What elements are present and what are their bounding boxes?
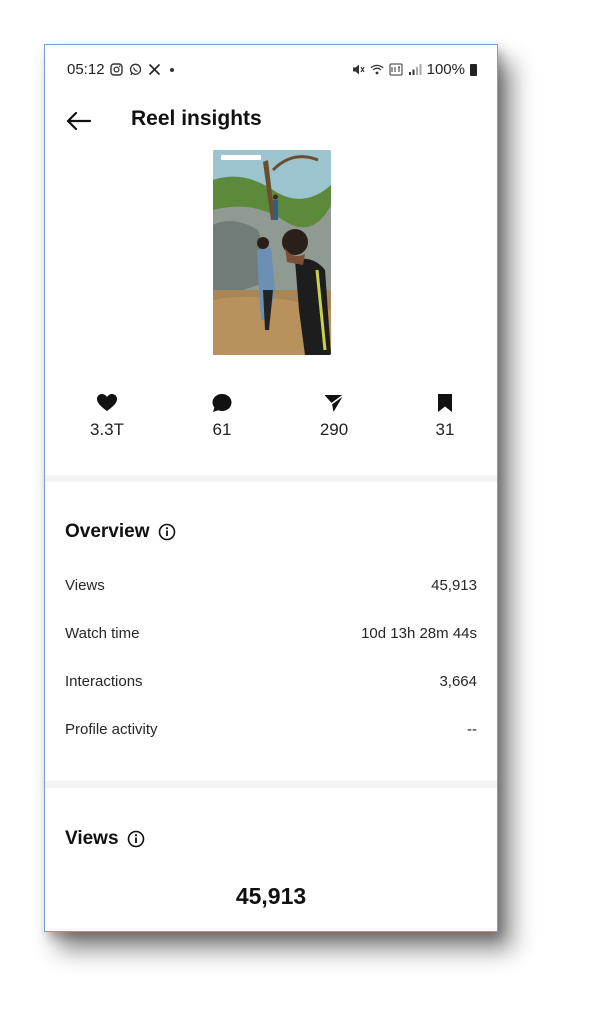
views-heading: Views — [65, 828, 145, 850]
overview-row-views: Views 45,913 — [65, 577, 477, 599]
stat-shares: 290 — [294, 393, 374, 440]
bookmark-icon — [438, 394, 452, 412]
mute-icon — [351, 63, 365, 77]
stat-comments: 61 — [182, 393, 262, 440]
comment-icon — [212, 394, 232, 412]
page-title: Reel insights — [131, 107, 262, 130]
status-bar-right: 100% — [351, 61, 477, 78]
reel-thumbnail[interactable] — [213, 150, 331, 355]
signal-icon — [408, 63, 422, 77]
status-time: 05:12 — [67, 61, 105, 78]
back-arrow-icon[interactable] — [63, 106, 93, 136]
row-value: -- — [467, 721, 477, 738]
whatsapp-icon — [129, 63, 143, 77]
engagement-stats: 3.3T 61 290 31 — [45, 393, 497, 453]
share-icon — [324, 394, 344, 412]
views-title: Views — [65, 828, 119, 849]
overview-row-interactions: Interactions 3,664 — [65, 673, 477, 695]
stat-saves: 31 — [405, 393, 485, 440]
shares-count: 290 — [319, 420, 349, 439]
comments-count: 61 — [212, 420, 232, 439]
status-bar-left: 05:12 — [67, 61, 174, 78]
info-icon[interactable] — [127, 830, 145, 848]
battery-percent: 100% — [426, 61, 465, 78]
row-label: Profile activity — [65, 721, 158, 738]
phone-screen: 05:12 100% Reel insights 3.3T 61 290 31 … — [44, 44, 498, 932]
row-label: Interactions — [65, 673, 143, 690]
header: Reel insights — [45, 97, 497, 145]
row-label: Views — [65, 577, 105, 594]
stat-likes: 3.3T — [67, 393, 147, 440]
x-icon — [148, 63, 162, 77]
row-label: Watch time — [65, 625, 140, 642]
status-bar: 05:12 100% — [45, 45, 497, 97]
row-value: 3,664 — [439, 673, 477, 690]
row-value: 45,913 — [431, 577, 477, 594]
overview-heading: Overview — [65, 521, 176, 543]
heart-icon — [97, 394, 117, 411]
likes-count: 3.3T — [89, 420, 125, 439]
info-icon[interactable] — [158, 523, 176, 541]
section-divider — [45, 475, 497, 482]
saves-count: 31 — [435, 420, 455, 439]
volte-icon — [389, 63, 403, 77]
row-value: 10d 13h 28m 44s — [361, 625, 477, 642]
section-divider — [45, 781, 497, 788]
overview-row-watch-time: Watch time 10d 13h 28m 44s — [65, 625, 477, 647]
views-total: 45,913 — [235, 883, 307, 909]
overview-title: Overview — [65, 521, 150, 542]
instagram-icon — [110, 63, 124, 77]
wifi-icon — [370, 63, 384, 77]
notification-dot-icon — [169, 67, 174, 72]
overview-row-profile-activity: Profile activity -- — [65, 721, 477, 743]
battery-icon — [470, 63, 477, 76]
